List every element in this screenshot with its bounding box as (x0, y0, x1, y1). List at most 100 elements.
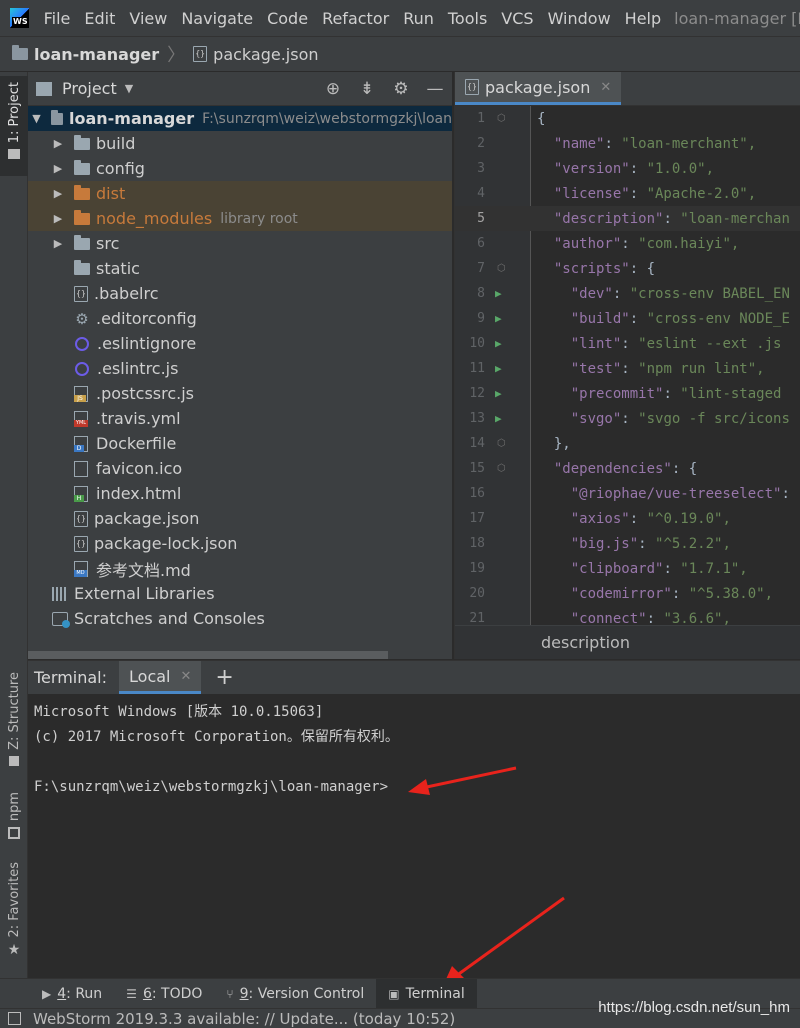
tool-tab-npm-label: npm (6, 792, 22, 822)
run-icon: ▶ (42, 986, 52, 1001)
line-number: 20 (469, 586, 485, 601)
yml-file-icon (74, 410, 88, 427)
tree-item[interactable]: .eslintignore (28, 331, 452, 356)
chevron-down-icon[interactable]: ▼ (32, 112, 41, 125)
tree-item[interactable]: {} package.json (28, 506, 452, 531)
tree-item[interactable]: ▶ config (28, 156, 452, 181)
editor-tab-package-json[interactable]: {} package.json ✕ (455, 72, 622, 105)
folder-icon (74, 184, 90, 200)
tree-item[interactable]: ⚙ .editorconfig (28, 306, 452, 331)
tree-scratches[interactable]: Scratches and Consoles (28, 606, 452, 631)
tree-item[interactable]: {} package-lock.json (28, 531, 452, 556)
fold-icon[interactable]: ⬡ (497, 113, 509, 124)
code-editor[interactable]: 1 ⬡{2 "name": "loan-merchant", 3 "version"… (455, 106, 800, 625)
fold-icon[interactable]: ⬡ (497, 438, 509, 449)
run-script-icon[interactable]: ▶ (495, 362, 507, 375)
tree-item[interactable]: .travis.yml (28, 406, 452, 431)
run-script-icon[interactable]: ▶ (495, 312, 507, 325)
tool-tab-terminal[interactable]: ▣ Terminal (376, 979, 477, 1008)
fold-icon[interactable]: ⬡ (497, 263, 509, 274)
editor-breadcrumb-item[interactable]: description (541, 633, 630, 652)
project-view-selector[interactable]: Project (62, 79, 117, 98)
code-line: 4 "license": "Apache-2.0", (455, 181, 800, 206)
tree-item[interactable]: favicon.ico (28, 456, 452, 481)
tree-item-label: dist (96, 184, 126, 203)
run-script-icon[interactable]: ▶ (495, 412, 507, 425)
menu-view[interactable]: View (122, 9, 174, 28)
json-key: "precommit" (570, 385, 664, 402)
tree-root-name: loan-manager (68, 109, 195, 128)
code-text: "big.js": "^5.2.2", (570, 535, 731, 552)
tree-item[interactable]: {} .babelrc (28, 281, 452, 306)
tool-tab-project[interactable]: 1: Project (0, 76, 28, 176)
tree-root[interactable]: ▼ loan-manager F:\sunzrqm\weiz\webstormg… (28, 106, 452, 131)
tool-tab-todo[interactable]: ☰ 6: TODO (114, 979, 214, 1008)
tool-tab-version-control[interactable]: ⑂ 9: Version Control (214, 979, 376, 1008)
tool-tab-run[interactable]: ▶ 4: Run (30, 979, 114, 1008)
menu-file[interactable]: File (37, 9, 78, 28)
folder-icon (8, 149, 20, 160)
code-line: 16 "@riophae/vue-treeselect": (455, 481, 800, 506)
md-file-icon (74, 560, 88, 577)
tree-item[interactable]: 参考文档.md (28, 556, 452, 581)
tree-external-libraries[interactable]: External Libraries (28, 581, 452, 606)
tree-item[interactable]: ▶ src (28, 231, 452, 256)
horizontal-scrollbar[interactable] (28, 651, 388, 659)
project-panel: Project ▼ ⊕ ⇟ ⚙ — ▼ loan-manager F:\sunz… (28, 72, 452, 659)
menu-refactor[interactable]: Refactor (315, 9, 396, 28)
gear-icon[interactable]: ⚙ (392, 80, 410, 98)
tree-item[interactable]: Dockerfile (28, 431, 452, 456)
tool-tab-favorites[interactable]: 2: Favorites ★ (0, 862, 28, 972)
tool-tab-number: 6 (142, 985, 152, 1002)
json-key: "version" (553, 160, 630, 177)
eslint-icon (75, 336, 89, 351)
json-value: "cross-env NODE_E (646, 310, 790, 327)
chevron-right-icon[interactable]: ▶ (52, 237, 64, 250)
hide-icon[interactable]: — (426, 80, 444, 98)
menu-navigate[interactable]: Navigate (174, 9, 260, 28)
chevron-right-icon[interactable]: ▶ (52, 137, 64, 150)
run-script-icon[interactable]: ▶ (495, 337, 507, 350)
menu-tools[interactable]: Tools (441, 9, 494, 28)
json-key: "author" (553, 235, 622, 252)
line-number: 2 (477, 136, 485, 151)
tree-item[interactable]: ▶ build (28, 131, 452, 156)
locate-icon[interactable]: ⊕ (324, 80, 342, 98)
add-terminal-button[interactable]: + (215, 666, 233, 689)
json-key: "name" (553, 135, 605, 152)
line-number: 1 (477, 111, 485, 126)
tree-item[interactable]: index.html (28, 481, 452, 506)
tree-item-label: config (96, 159, 145, 178)
menu-edit[interactable]: Edit (77, 9, 122, 28)
tree-item[interactable]: .eslintrc.js (28, 356, 452, 381)
menu-window[interactable]: Window (541, 9, 618, 28)
tree-item[interactable]: ▶ dist (28, 181, 452, 206)
run-script-icon[interactable]: ▶ (495, 387, 507, 400)
tree-item[interactable]: .postcssrc.js (28, 381, 452, 406)
menu-code[interactable]: Code (260, 9, 315, 28)
menu-help[interactable]: Help (618, 9, 668, 28)
chevron-right-icon[interactable]: ▶ (52, 187, 64, 200)
tree-item[interactable]: ▶ node_modules library root (28, 206, 452, 231)
json-key: "big.js" (570, 535, 639, 552)
tool-window-toggle-icon[interactable] (8, 1012, 21, 1025)
status-message[interactable]: WebStorm 2019.3.3 available: // Update..… (33, 1010, 455, 1028)
terminal-tab-local[interactable]: Local ✕ (119, 661, 202, 694)
collapse-all-icon[interactable]: ⇟ (358, 80, 376, 98)
chevron-right-icon[interactable]: ▶ (52, 162, 64, 175)
folder-icon (74, 134, 90, 150)
close-icon[interactable]: ✕ (180, 669, 191, 684)
tool-tab-structure[interactable]: Z: Structure (0, 672, 28, 782)
annotation-arrow-terminal-tab (442, 896, 565, 988)
fold-icon[interactable]: ⬡ (497, 463, 509, 474)
breadcrumb-file[interactable]: package.json (213, 45, 318, 64)
menu-run[interactable]: Run (396, 9, 441, 28)
tool-tab-npm[interactable]: npm (0, 792, 28, 852)
menu-vcs[interactable]: VCS (494, 9, 540, 28)
chevron-down-icon[interactable]: ▼ (125, 82, 133, 95)
tree-item[interactable]: static (28, 256, 452, 281)
breadcrumb-project[interactable]: loan-manager (34, 45, 159, 64)
run-script-icon[interactable]: ▶ (495, 287, 507, 300)
close-icon[interactable]: ✕ (600, 80, 611, 95)
chevron-right-icon[interactable]: ▶ (52, 212, 64, 225)
